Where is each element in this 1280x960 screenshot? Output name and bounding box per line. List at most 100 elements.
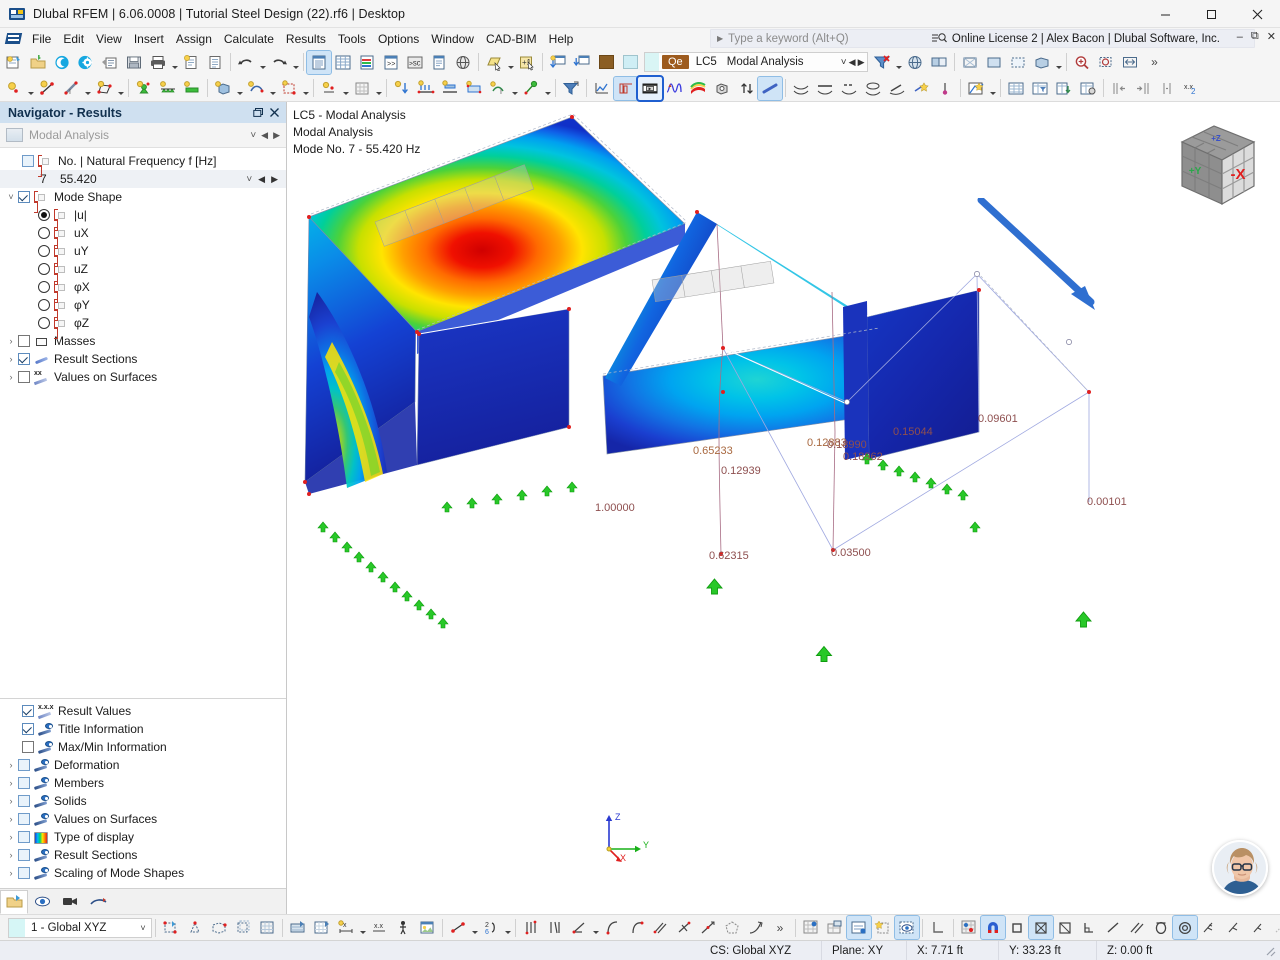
tab-results-navigator[interactable] xyxy=(84,890,112,914)
checkbox[interactable] xyxy=(18,777,30,789)
parallel-lines-icon[interactable] xyxy=(648,916,672,939)
angle-dropdown-caret[interactable] xyxy=(591,916,600,939)
arc-icon[interactable] xyxy=(600,916,624,939)
new-load-icon[interactable] xyxy=(390,77,414,100)
divide-dropdown-caret[interactable] xyxy=(503,916,512,939)
show-numbers-icon[interactable] xyxy=(846,915,872,940)
resize-grip-icon[interactable] xyxy=(1263,944,1277,958)
tree-item-mode-shape[interactable]: ˅ Mode Shape xyxy=(0,188,286,213)
tree-item-solids[interactable]: › Solids xyxy=(0,792,286,810)
line-load-icon[interactable] xyxy=(438,77,462,100)
radio-button[interactable] xyxy=(38,281,50,293)
new-document-icon[interactable] xyxy=(179,51,203,74)
new-node-icon[interactable] xyxy=(2,77,26,100)
imperfection-dropdown-caret[interactable] xyxy=(543,77,552,100)
mesh-refinement-icon[interactable] xyxy=(350,77,374,100)
multi-window-icon[interactable]: x.x 2 xyxy=(1179,77,1203,100)
collapse-twisty-icon[interactable]: › xyxy=(4,756,18,774)
radio-button[interactable] xyxy=(38,227,50,239)
animation-film-icon[interactable] xyxy=(636,74,664,102)
menu-insert[interactable]: Insert xyxy=(128,30,170,48)
highlight-object-icon[interactable] xyxy=(871,916,895,939)
tab-project-navigator[interactable] xyxy=(0,889,28,914)
tree-item-type-of-display[interactable]: › Type of display xyxy=(0,828,286,846)
deformation-scale-icon[interactable] xyxy=(734,77,758,100)
model-data-table-icon[interactable] xyxy=(306,49,332,75)
navigator-load-case-selector[interactable]: Modal Analysis ˅ ◀ ▶ xyxy=(0,123,286,148)
angled-lines-icon[interactable] xyxy=(543,916,567,939)
checkbox[interactable] xyxy=(18,191,30,203)
node-on-line-icon[interactable] xyxy=(317,77,341,100)
visibility-icon[interactable] xyxy=(894,915,920,940)
menu-view[interactable]: View xyxy=(90,30,128,48)
checkbox[interactable] xyxy=(22,705,34,717)
report-list-icon[interactable] xyxy=(427,51,451,74)
status-plane[interactable]: Plane: XY xyxy=(822,940,907,960)
tree-item-scaling-of-mode-shapes[interactable]: › Scaling of Mode Shapes xyxy=(0,864,286,882)
license-info[interactable]: Online License 2 | Alex Bacon | Dlubal S… xyxy=(931,30,1220,47)
magnet-snap-icon[interactable] xyxy=(980,915,1006,940)
collapse-twisty-icon[interactable]: › xyxy=(4,774,18,792)
mesh-dropdown-caret[interactable] xyxy=(374,77,383,100)
minimize-icon[interactable] xyxy=(1142,0,1188,28)
tree-item-ux[interactable]: uX xyxy=(0,224,286,249)
nodal-support-icon[interactable] xyxy=(132,77,156,100)
tab-views-navigator[interactable] xyxy=(56,890,84,914)
tree-item-values-on-surfaces[interactable]: › xx Values on Surfaces xyxy=(0,368,286,386)
design-results-icon[interactable] xyxy=(909,77,933,100)
results-filter-icon[interactable] xyxy=(559,77,583,100)
mdi-restore-icon[interactable]: ⧉ xyxy=(1251,30,1259,43)
tree-item-masses[interactable]: › Masses xyxy=(0,332,286,350)
dimension-xx-icon[interactable]: x.x xyxy=(367,916,391,939)
cloud-settings-icon[interactable] xyxy=(74,51,98,74)
checkbox[interactable] xyxy=(18,795,30,807)
collapse-twisty-icon[interactable]: › xyxy=(4,332,18,350)
console-icon[interactable]: >> xyxy=(379,51,403,74)
tree-item-natural-frequency[interactable]: No. | Natural Frequency f [Hz] xyxy=(0,152,286,177)
member-load-icon[interactable] xyxy=(414,77,438,100)
contour-colors-icon[interactable] xyxy=(686,77,710,100)
measure-icon[interactable] xyxy=(446,916,470,939)
radio-button[interactable] xyxy=(38,317,50,329)
render-grid-icon[interactable] xyxy=(799,916,823,939)
member-moment-icon[interactable] xyxy=(861,77,885,100)
next-icon[interactable]: ▶ xyxy=(273,130,280,141)
new-opening-icon[interactable] xyxy=(277,77,301,100)
solid-dropdown-caret[interactable] xyxy=(235,77,244,100)
tree-item-frequency-value[interactable]: 7 55.420 ˅ ◀ ▶ xyxy=(0,170,286,188)
perpendicular-icon[interactable] xyxy=(672,916,696,939)
snap-surface-icon[interactable] xyxy=(207,916,231,939)
result-diagram-icon[interactable] xyxy=(590,77,614,100)
menu-results[interactable]: Results xyxy=(280,30,332,48)
checkbox[interactable] xyxy=(18,849,30,861)
new-solid-icon[interactable] xyxy=(211,77,235,100)
undo-dropdown-caret[interactable] xyxy=(258,51,267,74)
collapse-twisty-icon[interactable]: › xyxy=(4,350,18,368)
dimension-dropdown-caret[interactable] xyxy=(358,916,367,939)
menu-help[interactable]: Help xyxy=(543,30,580,48)
show-window-icon[interactable] xyxy=(546,51,570,74)
checkbox[interactable] xyxy=(18,371,30,383)
member-dropdown-caret[interactable] xyxy=(83,77,92,100)
surface-load-icon[interactable] xyxy=(462,77,486,100)
arc-tangent-icon[interactable] xyxy=(624,916,648,939)
table-filter-icon[interactable] xyxy=(1028,77,1052,100)
expand-twisty-icon[interactable]: ˅ xyxy=(4,188,18,206)
menu-file[interactable]: File xyxy=(26,30,57,48)
collapse-twisty-icon[interactable]: › xyxy=(4,368,18,386)
radio-button[interactable] xyxy=(38,245,50,257)
solid-view-icon[interactable] xyxy=(1030,51,1054,74)
maximize-icon[interactable] xyxy=(1188,0,1234,28)
extend-line-icon[interactable] xyxy=(696,916,720,939)
opening-dropdown-caret[interactable] xyxy=(301,77,310,100)
member-axial-icon[interactable] xyxy=(813,77,837,100)
coordinate-system-selector[interactable]: 1 - Global XYZ ˅ xyxy=(8,917,152,938)
tree-item-title-information[interactable]: Title Information xyxy=(0,720,286,738)
solid-results-icon[interactable] xyxy=(710,77,734,100)
filter-dropdown-caret[interactable] xyxy=(894,51,903,74)
printout-report-icon[interactable] xyxy=(98,51,122,74)
tree-item-u-abs[interactable]: |u| xyxy=(0,206,286,231)
imperfection-icon[interactable] xyxy=(519,77,543,100)
table-settings-icon[interactable] xyxy=(1076,77,1100,100)
checkbox[interactable] xyxy=(18,867,30,879)
